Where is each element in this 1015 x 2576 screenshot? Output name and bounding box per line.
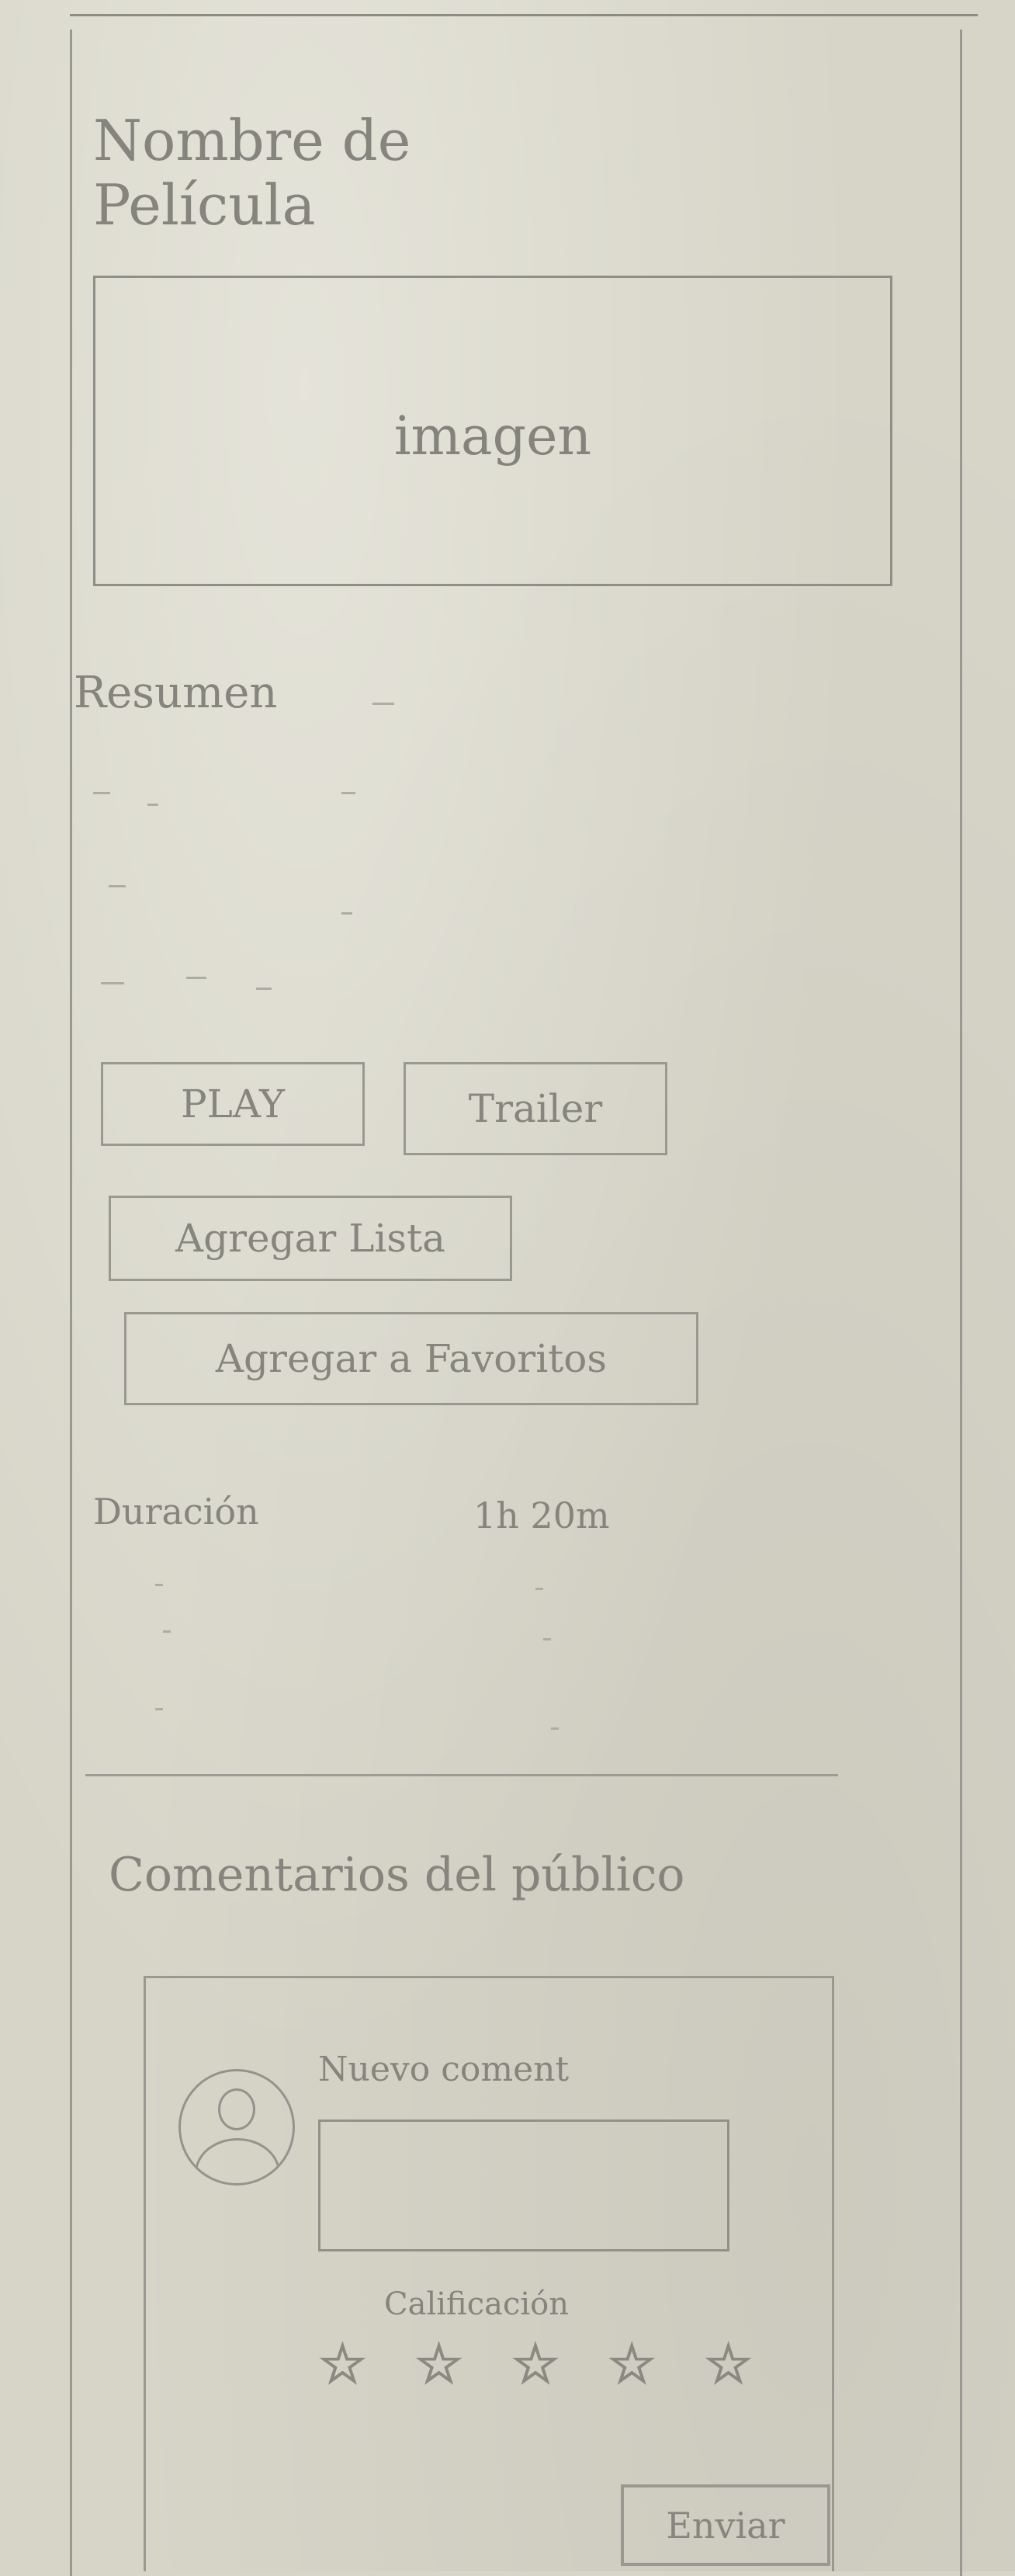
play-button[interactable]: PLAY [101,1062,365,1146]
top-border [70,14,978,16]
star-3-icon[interactable]: ☆ [511,2336,561,2392]
star-5-icon[interactable]: ☆ [703,2336,753,2392]
user-avatar-icon [178,2069,295,2185]
comments-heading: Comentarios del público [109,1848,685,1902]
movie-title: Nombre de Película [93,108,411,238]
image-label: imagen [393,406,592,467]
summary-heading: Resumen [74,668,278,718]
star-4-icon[interactable]: ☆ [607,2336,657,2392]
star-1-icon[interactable]: ☆ [317,2336,368,2392]
star-2-icon[interactable]: ☆ [414,2336,464,2392]
send-comment-button[interactable]: Enviar [621,2484,830,2566]
trailer-button[interactable]: Trailer [404,1062,667,1155]
add-to-list-button[interactable]: Agregar Lista [109,1196,512,1281]
section-divider [85,1774,838,1776]
avatar-head [218,2088,255,2130]
avatar-body [195,2138,280,2183]
new-comment-label: Nuevo coment [318,2050,570,2089]
rating-label: Calificación [384,2286,570,2322]
duration-value: 1h 20m [473,1495,610,1536]
duration-label: Duración [93,1491,259,1533]
rating-stars: ☆ ☆ ☆ ☆ ☆ [317,2336,753,2392]
movie-image-placeholder: imagen [93,276,892,586]
comment-input[interactable] [318,2119,729,2251]
add-to-favorites-button[interactable]: Agregar a Favoritos [124,1312,698,1405]
